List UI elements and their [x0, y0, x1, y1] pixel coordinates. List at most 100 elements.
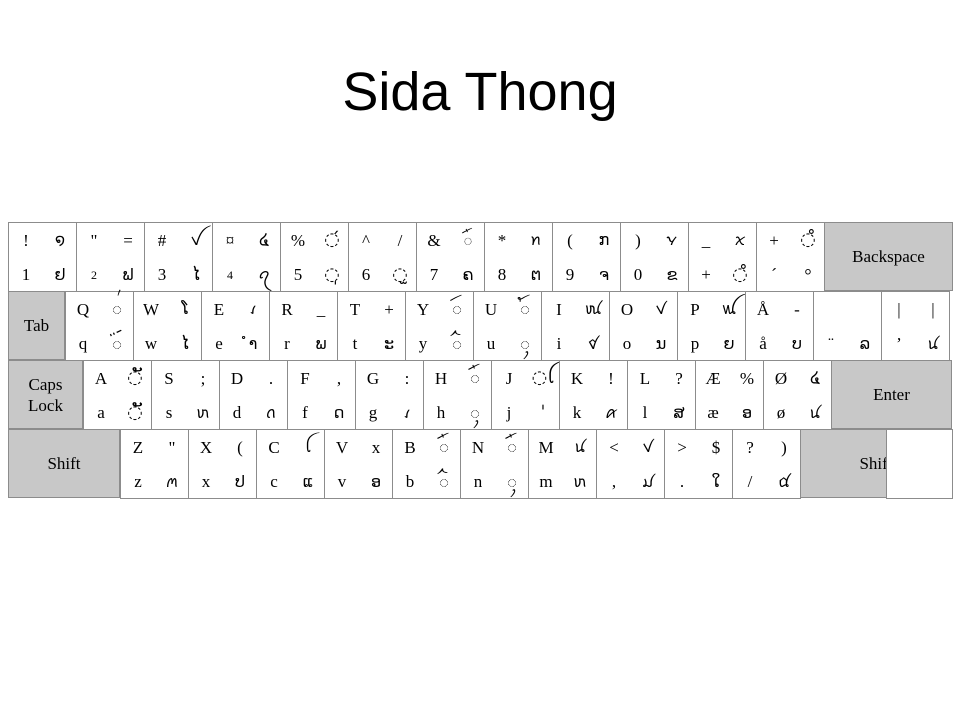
key-_[interactable]: _ ꪎ + ◌̊ — [688, 222, 757, 292]
key-shift-taiviet: ! — [608, 368, 614, 388]
key-<[interactable]: < ꪚ, ꪣ — [596, 429, 665, 499]
key-shift-latin: Ø — [774, 368, 788, 388]
key-shift-taiviet: ◌ꪷ — [452, 298, 462, 320]
key-taiviet: ບ — [792, 333, 802, 353]
key-u[interactable]: U ◌ꪳ u ◌ꪴ — [473, 291, 542, 361]
key-blank-11[interactable]: ¨ ລ — [813, 291, 882, 361]
key-taiviet: ◌ັ — [127, 401, 143, 423]
key-a[interactable]: A ◌ັ a ◌ັ — [83, 360, 152, 430]
key-g[interactable]: G: g ꪹ — [355, 360, 424, 430]
key-l[interactable]: L? l ສ — [627, 360, 696, 430]
key-k[interactable]: K! k ꪁ — [559, 360, 628, 430]
key-([interactable]: (ກ 9 ຈ — [552, 222, 621, 292]
key-latin: q — [78, 334, 88, 354]
key-taiviet: ◌ꪴ — [520, 332, 530, 354]
key-v[interactable]: Vx v ອ — [324, 429, 393, 499]
key-tab[interactable]: Tab — [8, 291, 65, 360]
key-j[interactable]: J ◌ꪶ j ˈ — [491, 360, 560, 430]
key-|[interactable]: | | ’ ꪙ — [881, 291, 950, 361]
key-shift-latin: ) — [635, 230, 641, 250]
key-+[interactable]: + ◌̊ ´ ° — [756, 222, 825, 292]
key-shift-latin: G — [366, 368, 380, 388]
key-latin: t — [352, 334, 358, 354]
key-ø[interactable]: Ø ໔ ø ꪙ — [763, 360, 832, 430]
key-latin: 9 — [565, 265, 575, 285]
key-h[interactable]: H ◌ꪸ h ◌ꪴ — [423, 360, 492, 430]
key-shift-taiviet: = — [123, 230, 133, 250]
key-latin: e — [215, 334, 223, 354]
key-shift-latin — [814, 292, 848, 327]
key-"[interactable]: " = 2 ຟ — [76, 222, 145, 292]
key-&[interactable]: &ꪸ 7 ຄ — [416, 222, 485, 292]
key-blank-right[interactable] — [886, 429, 953, 499]
key-p[interactable]: P ꪡ p ຍ — [677, 291, 746, 361]
key-shift-taiviet: ꪩ — [666, 230, 678, 250]
key-shift-taiviet: ◌ꪳ — [520, 298, 530, 320]
key-shift-taiviet: ꪡ — [721, 299, 737, 319]
key-i[interactable]: I ꪘ i ꪥ — [541, 291, 610, 361]
key-t[interactable]: T + t ະ — [337, 291, 406, 361]
key-taiviet: ◌̩ — [324, 263, 340, 285]
key-latin: 3 — [157, 265, 167, 285]
key-shift-latin: ! — [23, 230, 29, 250]
key->[interactable]: > $. ໃ — [664, 429, 733, 499]
key-taiviet: ປ — [235, 471, 245, 491]
key-latin: u — [486, 334, 496, 354]
key-m[interactable]: Mꪙmꪬ — [528, 429, 597, 499]
key-x[interactable]: X (x ປ — [188, 429, 257, 499]
key-#[interactable]: # ꪜ 3 ໄ — [144, 222, 213, 292]
key-taiviet: ◌ꪴ — [470, 401, 480, 423]
key-¤[interactable]: ¤ ໔ 4 ꪖ — [212, 222, 281, 292]
key-enter[interactable]: Enter — [831, 360, 952, 429]
key-^[interactable]: ^ / 6 ◌̫ — [348, 222, 417, 292]
key-taiviet: ອ — [741, 402, 753, 422]
key-shift[interactable]: Shift — [8, 429, 120, 498]
key-w[interactable]: W ໂ w ໄ — [133, 291, 202, 361]
key-shift-latin: Æ — [705, 368, 721, 388]
key-shift-taiviet: ꪀ — [530, 230, 542, 250]
key-shift-latin: | — [897, 299, 901, 319]
key-shift-latin: B — [404, 437, 416, 457]
key-?[interactable]: ?) / ꪠ — [732, 429, 801, 499]
key-shift-taiviet: ꪹ — [249, 299, 257, 319]
key-d[interactable]: D. d ꪒ — [219, 360, 288, 430]
key-æ[interactable]: Æ% æ ອ — [695, 360, 764, 430]
key-latin: r — [284, 334, 290, 354]
key-latin: 7 — [429, 265, 439, 285]
key-shift-taiviet: % — [739, 368, 755, 388]
key-caps-lock[interactable]: Caps Lock — [8, 360, 83, 429]
key-shift-taiviet: ꪶ — [304, 437, 312, 457]
key-shift-taiviet: - — [794, 299, 800, 319]
key-z[interactable]: Z " z ꪔ — [120, 429, 189, 499]
key-shift-latin: _ — [701, 230, 711, 250]
key-q[interactable]: Q ◌꪿ q ◌ꪾ — [65, 291, 134, 361]
key-å[interactable]: Å - å ບ — [745, 291, 814, 361]
key-%[interactable]: % ◌́ 5 ◌̩ — [280, 222, 349, 292]
key-latin: 6 — [361, 265, 371, 285]
key-taiviet: ◌̫ — [392, 263, 408, 285]
key-)[interactable]: ) ꪩ 0 ຂ — [620, 222, 689, 292]
key-*[interactable]: * ꪀ 8 ຕ — [484, 222, 553, 292]
key-taiviet: ສ — [673, 402, 685, 422]
key-y[interactable]: Y ◌ꪷ y ◌ꪲ — [405, 291, 474, 361]
key-shift-taiviet: ໔ — [259, 230, 269, 250]
key-o[interactable]: O ꪚ o ນ — [609, 291, 678, 361]
key-shift-latin: T — [349, 299, 361, 319]
key-e[interactable]: E ꪹ e ຳ — [201, 291, 270, 361]
key-shift-taiviet: ໂ — [181, 299, 189, 319]
key-![interactable]: ! ໑ 1 ຢ — [8, 222, 77, 292]
key-taiviet: ດ — [333, 402, 345, 422]
key-s[interactable]: S; s ꪬ — [151, 360, 220, 430]
key-taiviet: ꪁ — [604, 402, 618, 422]
key-taiviet: ະ — [383, 333, 395, 353]
key-shift-taiviet: ໔ — [810, 368, 820, 388]
key-n[interactable]: N ◌ꪸ n ◌ꪴ — [460, 429, 529, 499]
key-c[interactable]: C ꪶ c ແ — [256, 429, 325, 499]
key-shift-taiviet: ꪙ — [573, 437, 587, 457]
key-shift-latin: Å — [756, 299, 770, 319]
key-f[interactable]: F, f ດ — [287, 360, 356, 430]
key-b[interactable]: B ◌ꪸ b ◌ꪲ — [392, 429, 461, 499]
key-backspace[interactable]: Backspace — [824, 222, 953, 291]
key-r[interactable]: R _ r ພ — [269, 291, 338, 361]
key-latin: p — [690, 334, 700, 354]
